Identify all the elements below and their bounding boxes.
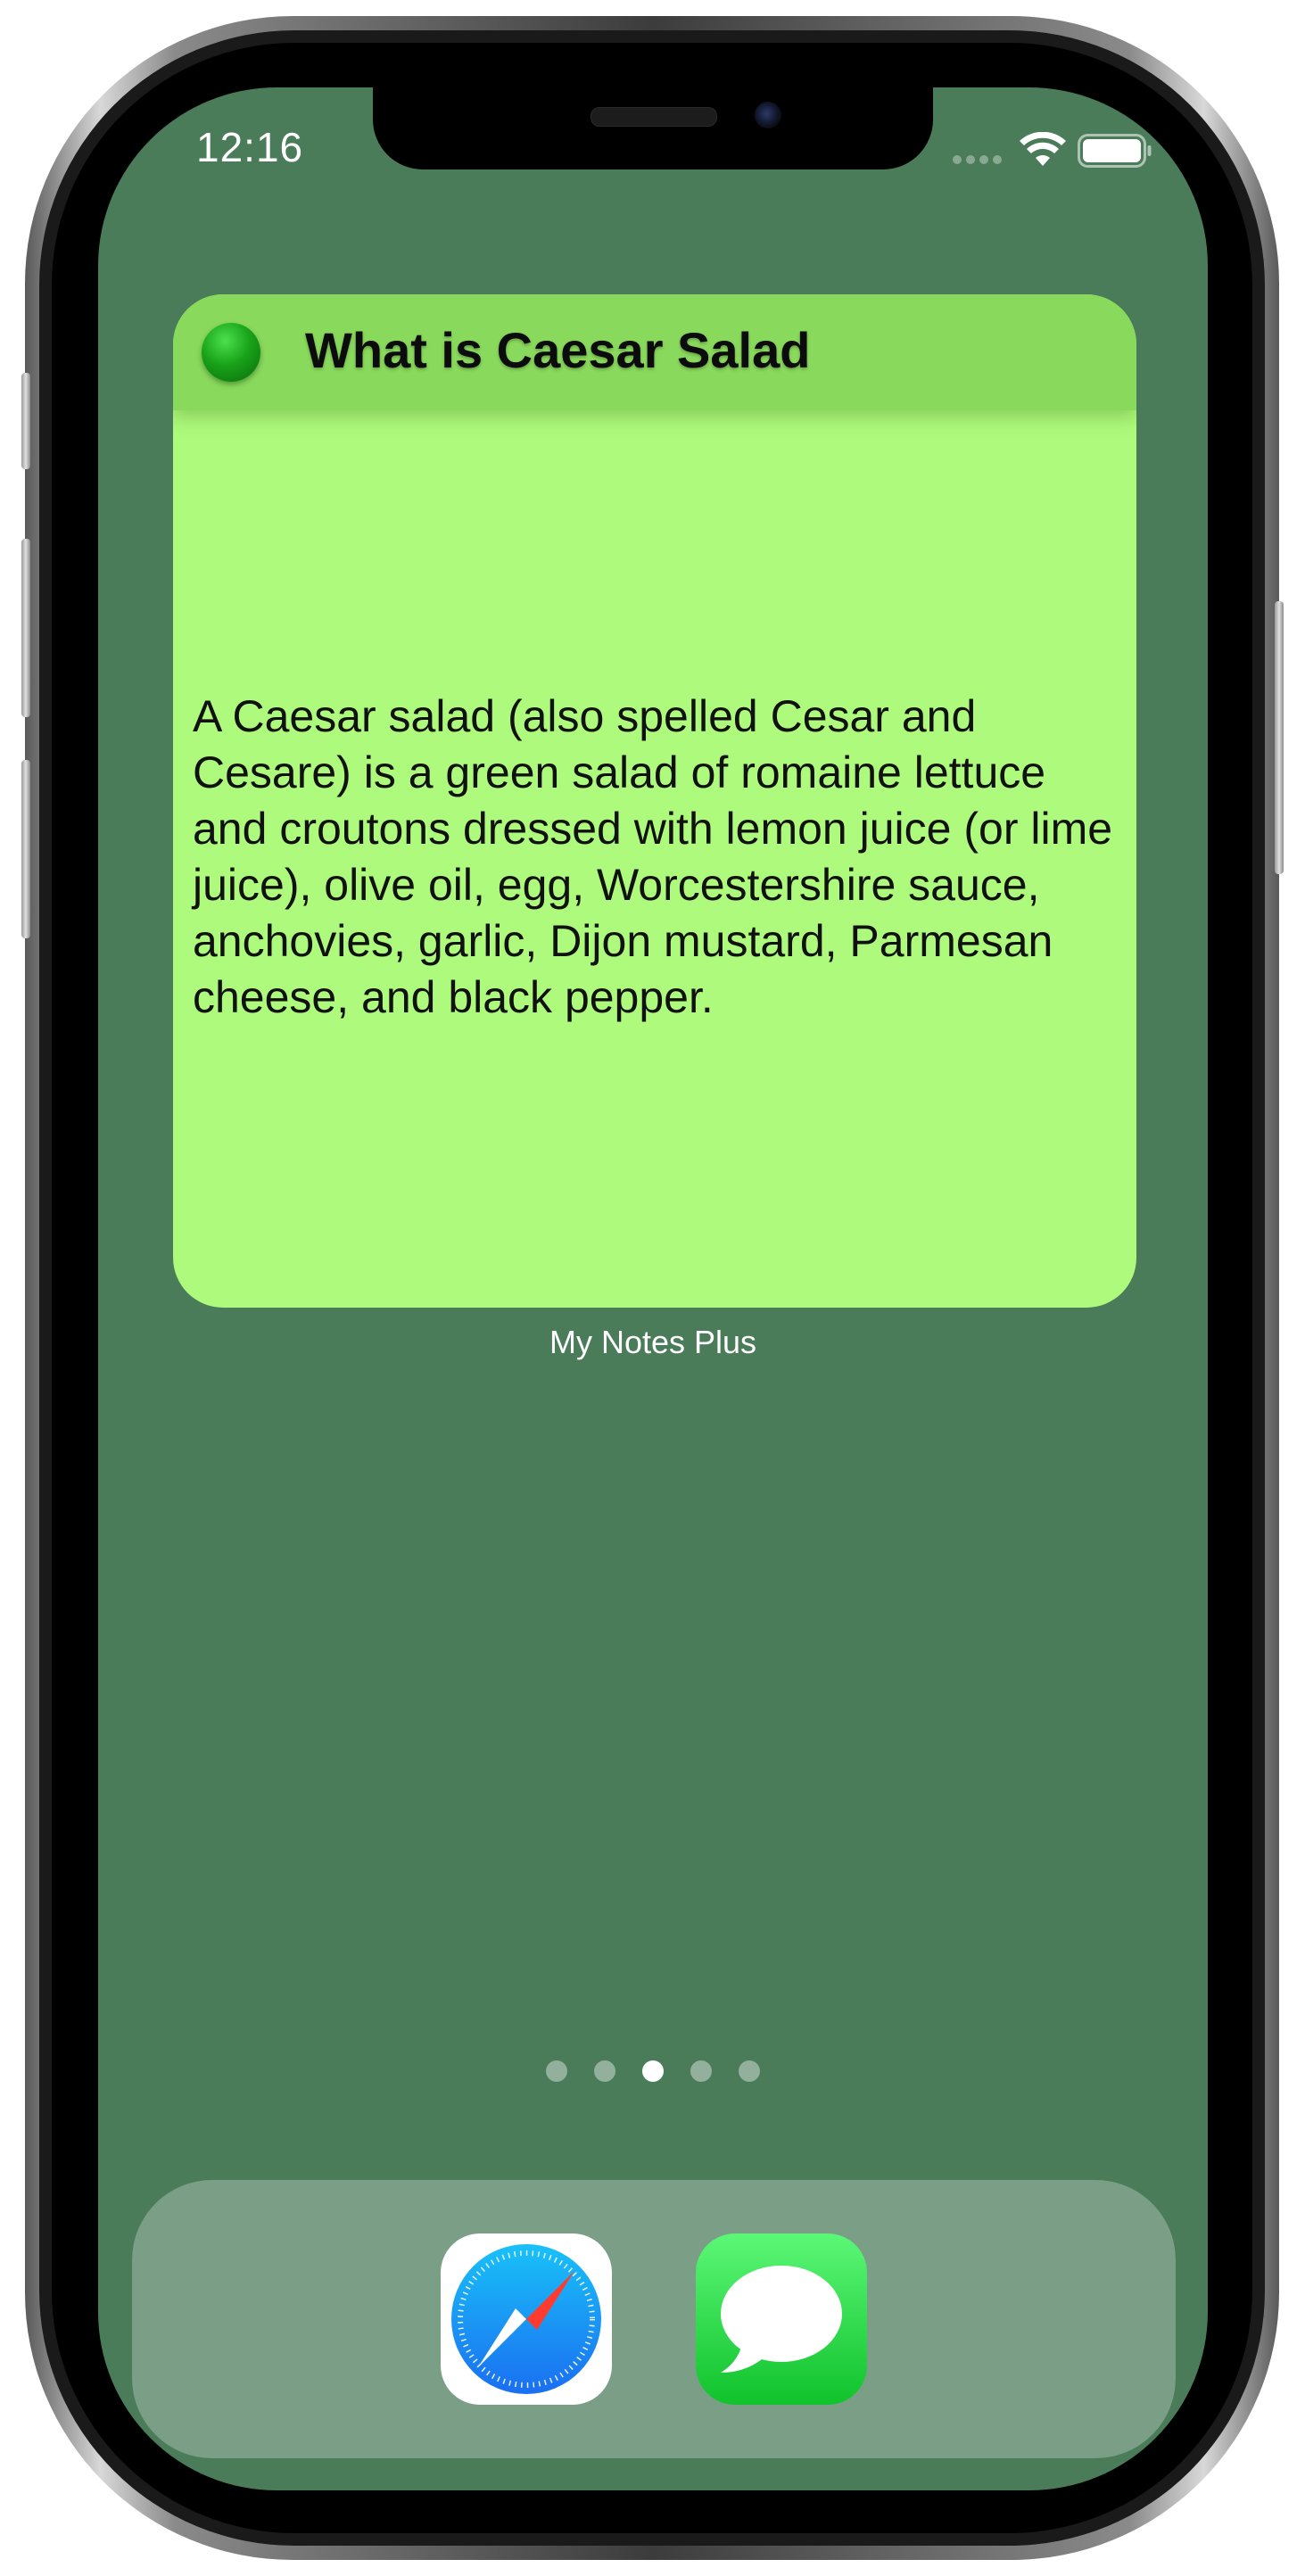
messages-app-icon[interactable]	[696, 2233, 867, 2405]
side-power-button	[1275, 601, 1284, 874]
status-time: 12:16	[196, 124, 304, 170]
device-mockup: 12:16 What is Caesar Salad A Caesar sala…	[0, 0, 1305, 2576]
widget-app-label: My Notes Plus	[549, 1324, 757, 1360]
volume-up-button	[21, 539, 30, 717]
dock	[132, 2180, 1176, 2458]
page-dot[interactable]	[739, 2060, 760, 2082]
safari-icon	[451, 2244, 601, 2394]
messages-icon	[721, 2266, 842, 2373]
home-screen: 12:16 What is Caesar Salad A Caesar sala…	[98, 87, 1208, 2490]
wifi-icon	[1020, 132, 1066, 166]
battery-icon	[1078, 134, 1152, 168]
widget-body-text: A Caesar salad (also spelled Cesar and C…	[193, 691, 1113, 1022]
green-dot-icon	[202, 323, 260, 382]
page-dot[interactable]	[594, 2060, 615, 2082]
cellular-signal-icon	[953, 155, 1002, 164]
volume-down-button	[21, 760, 30, 938]
page-dot[interactable]	[546, 2060, 567, 2082]
page-indicator[interactable]	[98, 2060, 1208, 2082]
notch	[373, 87, 933, 169]
page-dot[interactable]	[690, 2060, 712, 2082]
silent-switch	[21, 373, 30, 469]
earpiece-speaker	[591, 107, 717, 127]
front-camera	[755, 102, 781, 128]
page-dot-active[interactable]	[642, 2060, 664, 2082]
widget-title: What is Caesar Salad	[305, 322, 811, 378]
note-widget[interactable]: What is Caesar Salad A Caesar salad (als…	[173, 294, 1136, 1308]
safari-app-icon[interactable]	[441, 2233, 612, 2405]
